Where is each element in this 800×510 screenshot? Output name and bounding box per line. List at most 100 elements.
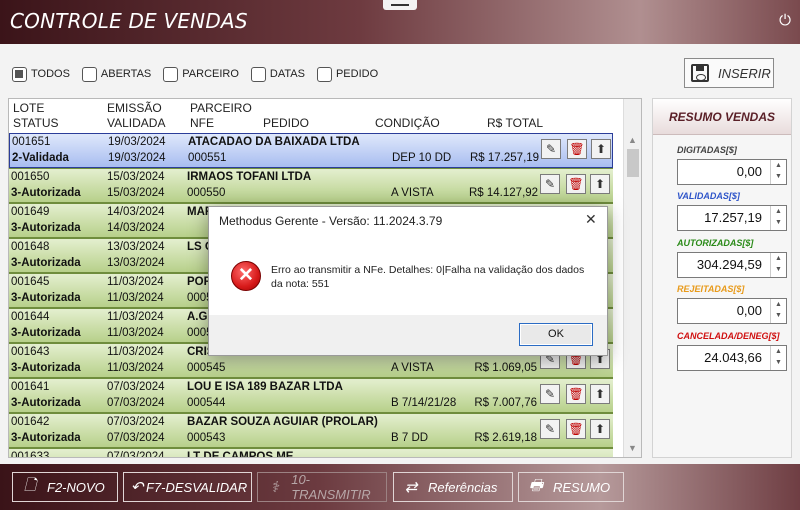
- cell-emissao: 07/03/2024: [107, 381, 165, 393]
- table-row[interactable]: 001642 3-Autorizada 07/03/2024 07/03/2024 BA…: [9, 413, 613, 448]
- cell-nfe: 000545: [187, 362, 226, 374]
- spinner-icon[interactable]: ▲ ▼: [770, 206, 786, 230]
- title-drag-handle[interactable]: [383, 0, 417, 10]
- header-emissao[interactable]: EMISSÃO: [107, 101, 162, 115]
- header-parceiro[interactable]: PARCEIRO: [190, 101, 252, 115]
- filter-label: DATAS: [269, 68, 305, 80]
- checkbox-icon[interactable]: [163, 66, 179, 82]
- header-condicao[interactable]: CONDIÇÃO: [375, 116, 440, 130]
- checkbox-icon[interactable]: [250, 66, 266, 82]
- power-icon[interactable]: ⏻: [776, 12, 794, 30]
- scroll-down-icon[interactable]: ▼: [628, 443, 637, 453]
- scroll-up-icon[interactable]: ▲: [628, 135, 637, 145]
- cell-validada: 11/03/2024: [107, 327, 164, 339]
- referencias-button[interactable]: ⇄ Referências: [393, 472, 513, 502]
- cell-validada: 13/03/2024: [107, 257, 165, 269]
- resumo-label: RESUMO: [553, 479, 611, 495]
- filter-abertas[interactable]: ABERTAS: [81, 64, 151, 84]
- header-total[interactable]: R$ TOTAL: [487, 116, 543, 130]
- table-row[interactable]: 001651 2-Validada 19/03/2024 19/03/2024 ATAC…: [9, 133, 613, 168]
- title-bar: CONTROLE DE VENDAS ⏻: [0, 0, 800, 44]
- filter-datas[interactable]: DATAS: [250, 64, 305, 84]
- spinner-icon[interactable]: ▲ ▼: [770, 346, 786, 370]
- error-icon: ✕: [231, 261, 261, 291]
- filter-todos[interactable]: TODOS: [12, 64, 70, 84]
- autorizadas-field[interactable]: 304.294,59 ▲ ▼: [677, 252, 787, 278]
- cell-parceiro: BAZAR SOUZA AGUIAR (PROLAR): [187, 416, 378, 428]
- table-row[interactable]: 001641 3-Autorizada 07/03/2024 07/03/2024 LO…: [9, 378, 613, 413]
- filter-label: TODOS: [31, 68, 70, 80]
- filter-parceiro[interactable]: PARCEIRO: [163, 64, 239, 84]
- novo-button[interactable]: 🗋 F2-NOVO: [12, 472, 118, 502]
- validadas-field[interactable]: 17.257,19 ▲ ▼: [677, 205, 787, 231]
- cell-total: R$ 14.127,92: [469, 187, 539, 199]
- resumo-panel: RESUMO VENDAS DIGITADAS[$] 0,00 ▲ ▼ VALID…: [652, 98, 792, 458]
- cell-total: R$ 2.619,18: [474, 432, 537, 444]
- trash-icon[interactable]: 🗑: [566, 384, 586, 404]
- cell-validada: 11/03/2024: [107, 362, 164, 374]
- spinner-icon[interactable]: ▲ ▼: [770, 253, 786, 277]
- resumo-button[interactable]: 🖶 RESUMO: [518, 472, 624, 502]
- resumo-title: RESUMO VENDAS: [653, 99, 791, 135]
- validadas-label: VALIDADAS[$]: [677, 191, 740, 201]
- filter-pedido[interactable]: PEDIDO: [316, 64, 378, 84]
- header-status[interactable]: STATUS: [13, 116, 59, 130]
- cell-validada: 15/03/2024: [107, 187, 165, 199]
- checkbox-icon[interactable]: [316, 66, 332, 82]
- edit-icon[interactable]: ✎: [541, 139, 561, 159]
- header-validada[interactable]: VALIDADA: [107, 116, 165, 130]
- autorizadas-value: 304.294,59: [696, 257, 762, 272]
- cell-status: 3-Autorizada: [11, 257, 81, 269]
- table-row[interactable]: 001650 3-Autorizada 15/03/2024 15/03/2024 IR…: [9, 168, 613, 203]
- dialog-title: Methodus Gerente - Versão: 11.2024.3.79: [219, 214, 443, 228]
- inserir-button[interactable]: INSERIR: [684, 58, 774, 88]
- edit-icon[interactable]: ✎: [540, 384, 560, 404]
- cell-nfe: 000551: [188, 152, 227, 164]
- spinner-icon[interactable]: ▲ ▼: [770, 160, 786, 184]
- desvalidar-button[interactable]: ↶ F7-DESVALIDAR: [123, 472, 252, 502]
- cell-status: 3-Autorizada: [11, 222, 81, 234]
- error-dialog: Methodus Gerente - Versão: 11.2024.3.79 …: [208, 206, 608, 356]
- cell-lote: 001643: [11, 346, 50, 358]
- cell-validada: 14/03/2024: [107, 222, 165, 234]
- cell-status: 3-Autorizada: [11, 432, 81, 444]
- cell-lote: 001633: [11, 451, 50, 458]
- checkbox-icon[interactable]: [12, 66, 27, 82]
- upload-icon[interactable]: ⬆: [591, 139, 611, 159]
- upload-icon[interactable]: ⬆: [590, 384, 610, 404]
- trash-icon[interactable]: 🗑: [566, 174, 586, 194]
- save-disk-icon: [691, 64, 709, 82]
- transmitir-button[interactable]: ⚕ 10-TRANSMITIR: [257, 472, 387, 502]
- edit-icon[interactable]: ✎: [540, 174, 560, 194]
- spinner-icon[interactable]: ▲ ▼: [770, 299, 786, 323]
- desvalidar-label: F7-DESVALIDAR: [146, 479, 248, 495]
- header-nfe[interactable]: NFE: [190, 116, 214, 130]
- cell-status: 3-Autorizada: [11, 292, 81, 304]
- upload-icon[interactable]: ⬆: [590, 174, 610, 194]
- canceladas-field[interactable]: 24.043,66 ▲ ▼: [677, 345, 787, 371]
- header-lote[interactable]: LOTE: [13, 101, 44, 115]
- grid-scrollbar[interactable]: ▲ ▼: [623, 99, 641, 457]
- close-icon[interactable]: ✕: [585, 211, 597, 228]
- edit-icon[interactable]: ✎: [540, 419, 560, 439]
- rejeitadas-field[interactable]: 0,00 ▲ ▼: [677, 298, 787, 324]
- header-pedido[interactable]: PEDIDO: [263, 116, 309, 130]
- ok-button[interactable]: OK: [519, 323, 593, 346]
- cell-emissao: 11/03/2024: [107, 276, 164, 288]
- cell-status: 3-Autorizada: [11, 397, 81, 409]
- digitadas-field[interactable]: 0,00 ▲ ▼: [677, 159, 787, 185]
- cell-validada: 07/03/2024: [107, 432, 165, 444]
- cell-condicao: B 7 DD: [391, 432, 429, 444]
- new-document-icon: 🗋: [23, 476, 37, 494]
- cell-lote: 001651: [12, 136, 51, 148]
- cell-nfe: 000544: [187, 397, 226, 409]
- trash-icon[interactable]: 🗑: [567, 139, 587, 159]
- scroll-thumb[interactable]: [627, 149, 639, 177]
- upload-icon[interactable]: ⬆: [590, 419, 610, 439]
- cell-parceiro: IRMAOS TOFANI LTDA: [187, 171, 312, 183]
- window-title: CONTROLE DE VENDAS: [10, 9, 248, 33]
- checkbox-icon[interactable]: [81, 66, 97, 82]
- trash-icon[interactable]: 🗑: [566, 419, 586, 439]
- cell-total: R$ 1.069,05: [474, 362, 537, 374]
- table-row[interactable]: 001633 07/03/2024 LT DE CAMPOS ME: [9, 448, 613, 458]
